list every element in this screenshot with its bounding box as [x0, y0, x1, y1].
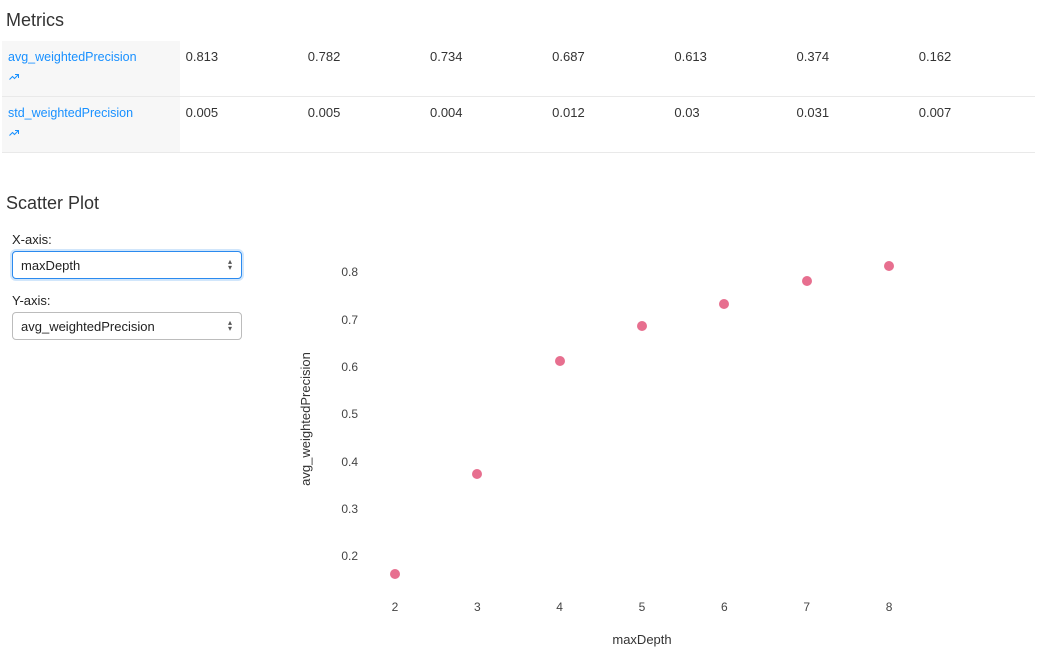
axis-controls: X-axis: maxDepth ▴▾ Y-axis: avg_weighted… — [2, 224, 262, 340]
data-point — [719, 299, 729, 309]
y-tick: 0.3 — [334, 502, 358, 516]
metric-row-label: std_weightedPrecision — [2, 97, 180, 153]
plot-area — [362, 244, 922, 594]
table-row: avg_weightedPrecision 0.813 0.782 0.734 … — [2, 41, 1035, 97]
chart-icon[interactable] — [8, 71, 20, 89]
metric-cell: 0.613 — [668, 41, 790, 97]
metric-link[interactable]: std_weightedPrecision — [8, 106, 133, 120]
table-row: std_weightedPrecision 0.005 0.005 0.004 … — [2, 97, 1035, 153]
x-tick: 6 — [714, 600, 734, 614]
x-axis-select[interactable]: maxDepth ▴▾ — [12, 251, 242, 279]
chart-icon[interactable] — [8, 127, 20, 145]
metric-link[interactable]: avg_weightedPrecision — [8, 50, 137, 64]
metric-cell: 0.004 — [424, 97, 546, 153]
data-point — [637, 321, 647, 331]
x-axis-label: X-axis: — [12, 232, 262, 247]
data-point — [884, 261, 894, 271]
x-axis-select-value: maxDepth — [21, 258, 80, 273]
metrics-title: Metrics — [6, 10, 1031, 31]
metric-cell: 0.007 — [913, 97, 1035, 153]
metric-cell: 0.374 — [791, 41, 913, 97]
metric-cell: 0.005 — [180, 97, 302, 153]
y-tick: 0.2 — [334, 549, 358, 563]
metric-cell: 0.687 — [546, 41, 668, 97]
select-caret-icon: ▴▾ — [221, 313, 239, 339]
y-axis-label: Y-axis: — [12, 293, 262, 308]
data-point — [555, 356, 565, 366]
metric-cell: 0.012 — [546, 97, 668, 153]
y-axis-title: avg_weightedPrecision — [298, 244, 314, 594]
metric-cell: 0.03 — [668, 97, 790, 153]
x-tick: 8 — [879, 600, 899, 614]
y-tick: 0.8 — [334, 265, 358, 279]
metric-cell: 0.031 — [791, 97, 913, 153]
metric-cell: 0.005 — [302, 97, 424, 153]
scatter-chart: avg_weightedPrecision maxDepth 0.20.30.4… — [302, 224, 962, 664]
x-tick: 2 — [385, 600, 405, 614]
metric-row-label: avg_weightedPrecision — [2, 41, 180, 97]
metrics-table: avg_weightedPrecision 0.813 0.782 0.734 … — [2, 41, 1035, 153]
data-point — [802, 276, 812, 286]
y-axis-select[interactable]: avg_weightedPrecision ▴▾ — [12, 312, 242, 340]
x-tick: 7 — [797, 600, 817, 614]
y-tick: 0.5 — [334, 407, 358, 421]
y-tick: 0.6 — [334, 360, 358, 374]
y-tick: 0.4 — [334, 455, 358, 469]
x-tick: 5 — [632, 600, 652, 614]
y-axis-select-value: avg_weightedPrecision — [21, 319, 155, 334]
metric-cell: 0.162 — [913, 41, 1035, 97]
select-caret-icon: ▴▾ — [221, 252, 239, 278]
y-tick: 0.7 — [334, 313, 358, 327]
x-tick: 4 — [550, 600, 570, 614]
metric-cell: 0.782 — [302, 41, 424, 97]
data-point — [390, 569, 400, 579]
scatter-title: Scatter Plot — [6, 193, 1031, 214]
data-point — [472, 469, 482, 479]
x-axis-title: maxDepth — [362, 632, 922, 647]
metric-cell: 0.734 — [424, 41, 546, 97]
metric-cell: 0.813 — [180, 41, 302, 97]
x-tick: 3 — [467, 600, 487, 614]
